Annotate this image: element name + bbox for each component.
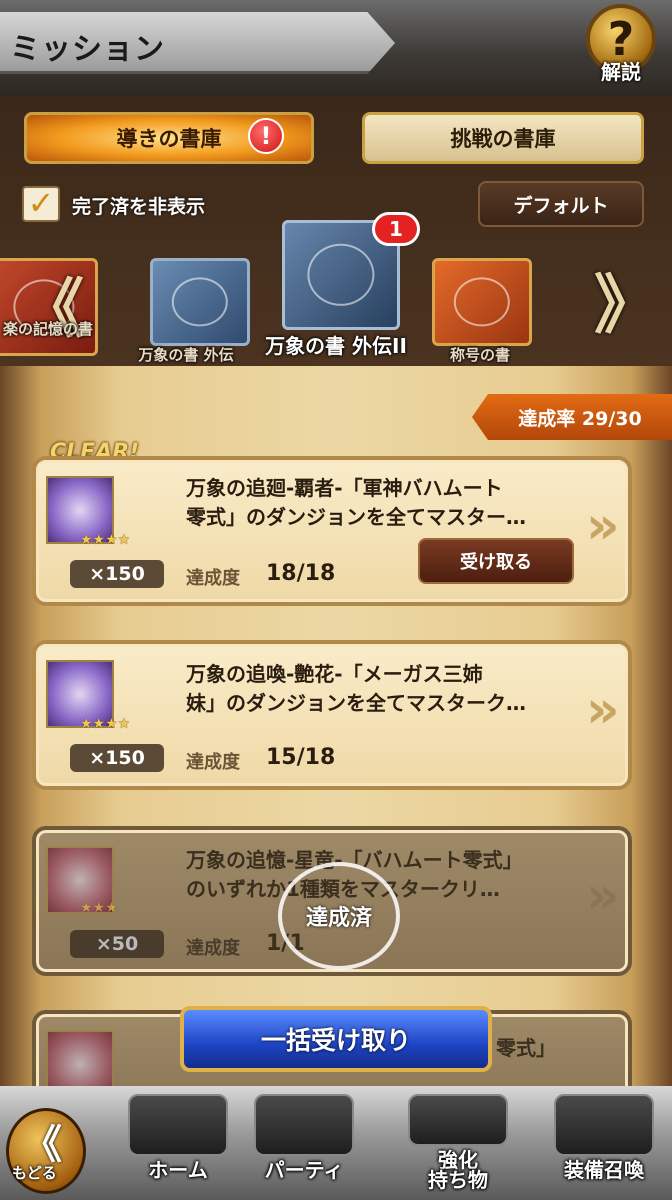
- nav-party[interactable]: パーティ: [244, 1094, 364, 1198]
- nav-label-line: 強化: [438, 1148, 478, 1172]
- chevron-right-icon[interactable]: »: [586, 680, 620, 740]
- mission-title-line: 零式」のダンジョンを全てマスター…: [186, 505, 526, 529]
- mission-title-line: 万象の追廻-覇者-「軍神バハムート: [186, 476, 503, 500]
- achievement-rate-text: 達成率 29/30: [518, 407, 642, 430]
- hide-completed-label: 完了済を非表示: [72, 196, 206, 218]
- default-sort-label: デフォルト: [513, 194, 609, 217]
- chess-pieces-icon: [254, 1094, 354, 1156]
- nav-label: 装備召喚: [564, 1158, 644, 1182]
- summon-altar-icon: [554, 1094, 654, 1156]
- book-sigil-icon: [453, 277, 511, 327]
- back-label: もどる: [12, 1164, 57, 1182]
- book-bansho-gaiden[interactable]: [150, 258, 250, 346]
- tab-label: 導きの書庫: [116, 127, 222, 151]
- alert-badge: !: [248, 118, 284, 154]
- mission-title-line: 妹」のダンジョンを全てマスターク…: [186, 691, 526, 715]
- book-label: 楽の記憶の書: [2, 320, 93, 338]
- nav-label: ホーム: [148, 1158, 208, 1182]
- receive-button[interactable]: 受け取る: [418, 538, 574, 584]
- home-books-icon: [128, 1094, 228, 1156]
- nav-enhance-items[interactable]: 強化 持ち物: [398, 1094, 518, 1198]
- bulk-receive-label: 一括受け取り: [260, 1026, 411, 1055]
- book-label: 万象の書 外伝: [138, 346, 234, 364]
- mission-title-line: 万象の追喚-艶花-「メーガス三姉: [186, 662, 483, 686]
- mission-title: 万象の追廻-覇者-「軍神バハムート 零式」のダンジョンを全てマスター…: [186, 474, 566, 532]
- mission-title: 万象の追喚-艶花-「メーガス三姉 妹」のダンジョンを全てマスターク…: [186, 660, 566, 718]
- book-label: 称号の書: [449, 346, 510, 364]
- nav-equipment-summon[interactable]: 装備召喚: [544, 1094, 664, 1198]
- completed-stamp-text: 達成済: [305, 906, 372, 931]
- reward-quantity: ×150: [70, 744, 164, 772]
- achievement-rate-tag: 達成率 29/30: [472, 394, 672, 440]
- tab-challenge-library[interactable]: 挑戦の書庫: [362, 112, 644, 164]
- new-count-badge: 1: [372, 212, 420, 246]
- progress-label: 達成度: [186, 752, 240, 773]
- mission-title-line: 零式」: [496, 1036, 556, 1060]
- chevron-right-icon[interactable]: »: [586, 496, 620, 556]
- mission-title: 零式」: [496, 1034, 616, 1063]
- receive-label: 受け取る: [460, 552, 532, 573]
- progress-label: 達成度: [186, 568, 240, 589]
- help-button[interactable]: ? 解説: [578, 4, 664, 100]
- nav-home[interactable]: ホーム: [118, 1094, 238, 1198]
- hide-completed-checkbox[interactable]: ✓: [22, 186, 60, 222]
- carousel-next-button[interactable]: 》: [594, 254, 658, 346]
- progress-value: 18/18: [266, 561, 336, 586]
- bulk-receive-button[interactable]: 一括受け取り: [180, 1006, 492, 1072]
- book-label-selected: 万象の書 外伝II: [265, 334, 407, 358]
- nav-label: パーティ: [264, 1158, 344, 1182]
- star-rating-icon: ★★★: [80, 900, 118, 916]
- completed-stamp: 達成済: [278, 862, 400, 970]
- book-titles[interactable]: [432, 258, 532, 346]
- default-sort-button[interactable]: デフォルト: [478, 181, 644, 227]
- progress-value: 15/18: [266, 745, 336, 770]
- nav-label-line: 持ち物: [428, 1168, 488, 1192]
- book-sigil-icon: [171, 277, 229, 327]
- progress-label: 達成度: [186, 938, 240, 959]
- page-title: ミッション: [10, 32, 165, 67]
- anvil-icon: [408, 1094, 508, 1146]
- reward-quantity: ×50: [70, 930, 164, 958]
- help-label: 解説: [601, 60, 641, 84]
- mission-title-line: 万象の追憶-星竜-「バハムート零式」: [186, 848, 523, 872]
- chevron-right-icon[interactable]: »: [586, 866, 620, 926]
- star-rating-icon: ★★★★: [80, 532, 131, 548]
- tab-label: 挑戦の書庫: [450, 127, 556, 151]
- star-rating-icon: ★★★★: [80, 716, 131, 732]
- nav-label: 強化 持ち物: [398, 1150, 518, 1190]
- book-sigil-icon: [307, 243, 375, 307]
- reward-quantity: ×150: [70, 560, 164, 588]
